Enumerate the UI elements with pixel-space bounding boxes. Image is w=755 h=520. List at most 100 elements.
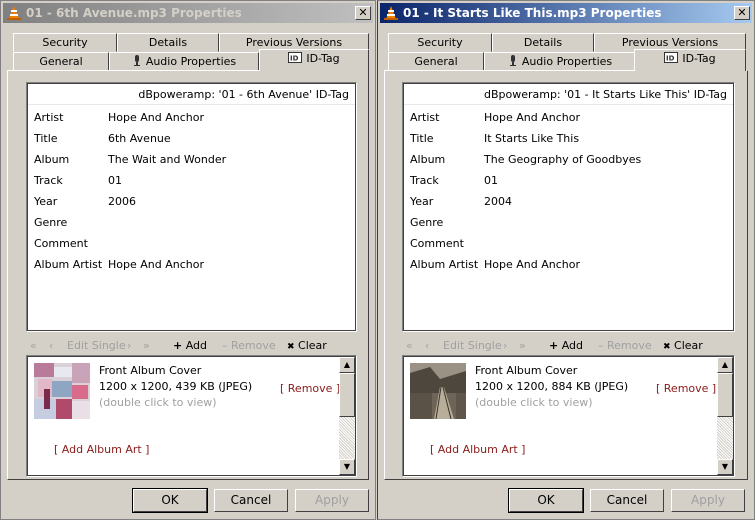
field-label: Title (34, 132, 58, 145)
tag-fields-box: dBpoweramp: '01 - 6th Avenue' ID-Tag Art… (26, 82, 357, 332)
tab-general[interactable]: General (388, 52, 484, 71)
next-button[interactable]: › (503, 337, 507, 355)
tab-security[interactable]: Security (13, 33, 117, 52)
remove-label: Remove (231, 339, 276, 352)
art-hint: (double click to view) (99, 396, 217, 409)
svg-text:ID: ID (666, 54, 675, 62)
ok-button[interactable]: OK (132, 488, 208, 513)
remove-button[interactable]: – Remove (598, 337, 652, 355)
svg-text:ID: ID (290, 54, 299, 62)
id-tag-icon: ID (664, 51, 679, 68)
x-icon: ✖ (663, 342, 671, 352)
add-label: Add (561, 339, 584, 352)
tag-toolbar: « ‹ Edit Single › » + Add – Remove ✖ Cle… (402, 337, 733, 355)
add-album-art-link[interactable]: [ Add Album Art ] (430, 443, 525, 456)
id-tag-icon: ID (288, 51, 303, 68)
field-label: Comment (34, 237, 88, 250)
art-scrollbar[interactable]: ▲ ▼ (717, 357, 733, 475)
window-title: 01 - It Starts Like This.mp3 Properties (403, 6, 662, 20)
field-value[interactable]: Hope And Anchor (108, 257, 204, 273)
tab-security[interactable]: Security (388, 33, 492, 52)
add-button[interactable]: + Add (549, 337, 583, 355)
scroll-thumb[interactable] (339, 373, 355, 417)
apply-button[interactable]: Apply (671, 489, 745, 512)
tab-id-tag[interactable]: ID ID-Tag (634, 49, 746, 71)
tab-audio-properties-label: Audio Properties (521, 55, 613, 68)
tab-audio-properties-label: Audio Properties (145, 55, 237, 68)
prev-button[interactable]: ‹ (49, 337, 53, 355)
field-value[interactable]: Hope And Anchor (108, 110, 204, 126)
last-button[interactable]: » (519, 337, 526, 355)
field-value[interactable]: 2006 (108, 194, 136, 210)
tab-id-tag[interactable]: ID ID-Tag (259, 49, 369, 71)
tab-audio-properties[interactable]: Audio Properties (484, 52, 636, 71)
add-album-art-link[interactable]: [ Add Album Art ] (54, 443, 149, 456)
properties-window-2: 01 - It Starts Like This.mp3 Properties … (377, 0, 755, 520)
tab-id-tag-label: ID-Tag (682, 52, 716, 65)
field-value[interactable]: 2004 (484, 194, 512, 210)
scroll-down-icon[interactable]: ▼ (717, 459, 733, 475)
tab-details[interactable]: Details (117, 33, 219, 52)
album-art-thumbnail[interactable] (410, 363, 466, 420)
field-value[interactable]: Hope And Anchor (484, 110, 580, 126)
vlc-cone-icon (6, 5, 22, 21)
edit-single-button[interactable]: Edit Single (67, 337, 126, 355)
ok-button[interactable]: OK (508, 488, 584, 513)
field-value[interactable]: Hope And Anchor (484, 257, 580, 273)
art-scrollbar[interactable]: ▲ ▼ (339, 357, 355, 475)
next-button[interactable]: › (127, 337, 131, 355)
tag-toolbar: « ‹ Edit Single › » + Add – Remove ✖ Cle… (26, 337, 357, 355)
field-label: Title (410, 132, 434, 145)
remove-label: Remove (607, 339, 652, 352)
id-tag-panel: dBpoweramp: '01 - 6th Avenue' ID-Tag Art… (7, 70, 369, 480)
scroll-down-icon[interactable]: ▼ (339, 459, 355, 475)
field-value[interactable]: The Wait and Wonder (108, 152, 226, 168)
window-title: 01 - 6th Avenue.mp3 Properties (26, 6, 242, 20)
tab-details[interactable]: Details (492, 33, 594, 52)
field-value[interactable]: 01 (484, 173, 498, 189)
scroll-up-icon[interactable]: ▲ (339, 357, 355, 373)
clear-button[interactable]: ✖ Clear (663, 337, 703, 356)
remove-art-link[interactable]: [ Remove ] (280, 382, 340, 395)
vlc-cone-icon (383, 5, 399, 21)
field-value[interactable]: It Starts Like This (484, 131, 579, 147)
edit-single-button[interactable]: Edit Single (443, 337, 502, 355)
close-icon[interactable]: ✕ (734, 6, 750, 20)
title-bar[interactable]: 01 - 6th Avenue.mp3 Properties ✕ (3, 3, 373, 23)
first-button[interactable]: « (406, 337, 413, 355)
field-label: Track (34, 174, 63, 187)
tab-general[interactable]: General (13, 52, 109, 71)
album-art-thumbnail[interactable] (34, 363, 90, 419)
speaker-icon (508, 54, 518, 71)
clear-button[interactable]: ✖ Clear (287, 337, 327, 356)
add-button[interactable]: + Add (173, 337, 207, 355)
remove-button[interactable]: – Remove (222, 337, 276, 355)
album-art-box: Front Album Cover 1200 x 1200, 884 KB (J… (402, 355, 735, 477)
art-info: 1200 x 1200, 884 KB (JPEG) (475, 380, 629, 393)
tag-fields-box: dBpoweramp: '01 - It Starts Like This' I… (402, 82, 735, 332)
scroll-thumb[interactable] (717, 373, 733, 417)
field-value[interactable]: 6th Avenue (108, 131, 171, 147)
field-value[interactable]: The Geography of Goodbyes (484, 152, 641, 168)
remove-art-link[interactable]: [ Remove ] (656, 382, 716, 395)
tab-audio-properties[interactable]: Audio Properties (109, 52, 259, 71)
scroll-up-icon[interactable]: ▲ (717, 357, 733, 373)
clear-label: Clear (674, 339, 703, 352)
close-icon[interactable]: ✕ (355, 6, 371, 20)
first-button[interactable]: « (30, 337, 37, 355)
title-bar[interactable]: 01 - It Starts Like This.mp3 Properties … (380, 3, 752, 23)
field-label: Album (34, 153, 70, 166)
field-value[interactable]: 01 (108, 173, 122, 189)
cancel-button[interactable]: Cancel (214, 489, 288, 512)
prev-button[interactable]: ‹ (425, 337, 429, 355)
minus-icon: – (222, 339, 228, 352)
last-button[interactable]: » (143, 337, 150, 355)
id-tag-panel: dBpoweramp: '01 - It Starts Like This' I… (384, 70, 748, 480)
album-art-box: Front Album Cover 1200 x 1200, 439 KB (J… (26, 355, 357, 477)
cancel-button[interactable]: Cancel (590, 489, 664, 512)
apply-button[interactable]: Apply (295, 489, 369, 512)
speaker-icon (132, 54, 142, 71)
field-label: Genre (34, 216, 68, 229)
x-icon: ✖ (287, 342, 295, 352)
plus-icon: + (173, 339, 183, 352)
